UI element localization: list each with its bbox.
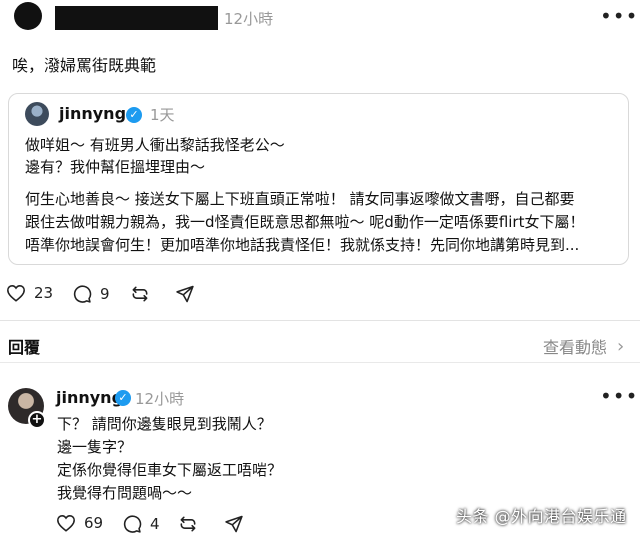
quoted-username[interactable]: jinnyng <box>59 104 126 123</box>
author-name-redacted <box>55 6 218 30</box>
like-button[interactable]: 23 <box>6 284 53 302</box>
repost-icon <box>180 516 196 532</box>
quoted-author-avatar[interactable] <box>25 102 49 126</box>
quoted-post-time: 1天 <box>150 106 175 124</box>
chevron-right-icon: › <box>617 335 625 357</box>
more-icon[interactable]: ••• <box>600 4 638 28</box>
share-icon <box>176 285 194 303</box>
reply-text-line: 邊一隻字？ <box>57 438 133 456</box>
quoted-text-line: 邊有？我仲幫佢搵埋理由～ <box>25 158 206 176</box>
repost-icon <box>132 286 148 302</box>
reply-text-line: 下？ 請問你邊隻眼見到我鬧人？ <box>57 415 272 433</box>
more-icon[interactable]: ••• <box>600 384 638 408</box>
reply-share-button[interactable] <box>224 514 244 534</box>
reply-like-count: 69 <box>84 514 104 532</box>
quoted-text-line: 唔準你地誤會何生！更加唔準你地話我責怪佢！我就係支持！先同你地講第時見到... <box>25 236 580 254</box>
reply-time: 12小時 <box>135 390 185 408</box>
quoted-text-line: 何生心地善良～ 接送女下屬上下班直頭正常啦！ 請女同事返嚟做文書嘢，自己都要 <box>25 190 575 208</box>
quoted-text-line: 跟住去做咁親力親為，我一d怪責佢既意思都無啦～ 呢d動作一定唔係要flirt女下… <box>25 213 585 231</box>
verified-badge-icon: ✓ <box>126 107 142 123</box>
reply-repost-button[interactable] <box>178 514 198 534</box>
quoted-text-line: 做咩姐～ 有班男人衝出黎話我怪老公～ <box>25 136 285 154</box>
reply-text-line: 我覺得冇問題喎～～ <box>57 484 193 502</box>
view-activity-link[interactable]: 查看動態 › <box>543 334 624 358</box>
reply-username[interactable]: jinnyng <box>56 388 123 407</box>
reply-like-button[interactable]: 69 <box>56 514 103 532</box>
post-time: 12小時 <box>224 10 274 28</box>
comment-icon <box>73 285 92 303</box>
reply-comment-button[interactable]: 4 <box>122 514 160 534</box>
post-text: 唉，潑婦罵街既典範 <box>12 56 157 75</box>
verified-badge-icon: ✓ <box>115 390 131 406</box>
comment-count: 9 <box>100 285 110 303</box>
quoted-post-card[interactable]: jinnyng ✓ 1天 做咩姐～ 有班男人衝出黎話我怪老公～ 邊有？我仲幫佢搵… <box>8 93 629 265</box>
comment-button[interactable]: 9 <box>72 284 110 304</box>
repost-button[interactable] <box>130 284 150 304</box>
share-button[interactable] <box>175 284 195 304</box>
share-icon <box>225 515 243 533</box>
replies-heading: 回覆 <box>8 338 41 357</box>
heart-icon <box>7 285 25 302</box>
reply-text-line: 定係你覺得佢車女下屬返工唔啱？ <box>57 461 283 479</box>
watermark: 头条 @外向港台娱乐通 <box>456 507 627 526</box>
divider <box>0 320 640 321</box>
author-avatar[interactable] <box>14 2 42 30</box>
heart-icon <box>57 515 75 532</box>
follow-plus-icon[interactable]: + <box>28 411 46 429</box>
reply-comment-count: 4 <box>150 515 160 533</box>
divider <box>0 362 640 363</box>
like-count: 23 <box>34 284 54 302</box>
comment-icon <box>123 515 142 533</box>
view-activity-label: 查看動態 <box>543 338 608 357</box>
